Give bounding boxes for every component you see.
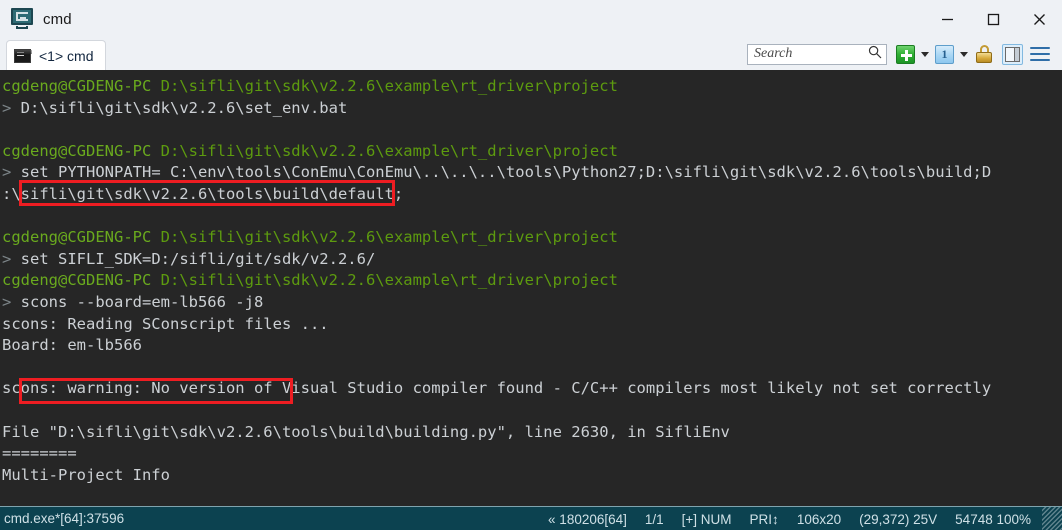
status-cells: « 180206[64] 1/1 [+] NUM PRI↕ 106x20 (29,372)…: [539, 507, 1062, 531]
minimize-button[interactable]: [924, 0, 970, 38]
tab-label: <1> cmd: [39, 47, 94, 64]
window-title: cmd: [43, 10, 72, 28]
blue-one-icon: 1: [935, 44, 954, 64]
terminal-command-line: > set SIFLI_SDK=D:/sifli/git/sdk/v2.2.6/: [2, 249, 1062, 271]
chevron-down-icon: [959, 51, 968, 57]
admin-lock-button[interactable]: [974, 45, 997, 63]
prompt-marker: >: [2, 249, 12, 268]
close-button[interactable]: [1016, 0, 1062, 38]
terminal-command-line: > D:\sifli\git\sdk\v2.2.6\set_env.bat: [2, 98, 1062, 120]
prompt-path: D:\sifli\git\sdk\v2.2.6\example\rt_drive…: [151, 77, 618, 95]
terminal-output-line: scons: Reading SConscript files ...: [2, 314, 329, 333]
console-icon: [14, 48, 32, 63]
command-text: D:\sifli\git\sdk\v2.2.6\set_env.bat: [11, 98, 348, 117]
chevron-down-icon: [920, 51, 929, 57]
status-process: cmd.exe*[64]:37596: [4, 511, 125, 526]
status-cell: 54748 100%: [955, 511, 1031, 527]
split-pane-icon: [1005, 46, 1020, 62]
prompt-marker: >: [2, 163, 12, 182]
split-pane-button[interactable]: [1002, 43, 1023, 65]
new-console-button[interactable]: [896, 44, 915, 64]
search-icon[interactable]: [868, 45, 882, 64]
terminal-command-line: > scons --board=em-lb566 -j8: [2, 292, 1062, 314]
prompt-user: cgdeng@CGDENG-PC: [2, 271, 152, 290]
tab-bar-tools: Search 1: [747, 38, 1062, 70]
hamburger-menu-icon: [1030, 46, 1050, 50]
prompt-user: cgdeng@CGDENG-PC: [2, 141, 152, 160]
title-bar: cmd: [0, 0, 1062, 38]
prompt-user: cgdeng@CGDENG-PC: [2, 228, 152, 247]
prompt-path: D:\sifli\git\sdk\v2.2.6\example\rt_drive…: [151, 141, 618, 160]
terminal-output-line: Board: em-lb566: [2, 336, 142, 355]
terminal-prompt-line: cgdeng@CGDENG-PC D:\sifli\git\sdk\v2.2.6…: [2, 141, 1062, 163]
prompt-path: D:\sifli\git\sdk\v2.2.6\example\rt_drive…: [151, 228, 618, 247]
terminal-output-line: scons: warning: No version of Visual Stu…: [2, 379, 992, 398]
main-menu-button[interactable]: [1030, 46, 1050, 62]
tab-bar: <1> cmd Search 1: [0, 38, 1062, 70]
command-text: set PYTHONPATH= C:\env\tools\ConEmu\ConE…: [11, 163, 992, 182]
status-cell: 106x20: [796, 511, 842, 527]
terminal-output-line: File "D:\sifli\git\sdk\v2.2.6\tools\buil…: [2, 422, 730, 441]
status-cell: « 180206[64]: [548, 511, 627, 527]
prompt-user: cgdeng@CGDENG-PC: [2, 77, 152, 95]
terminal-command-line: > set PYTHONPATH= C:\env\tools\ConEmu\Co…: [2, 162, 1062, 184]
tab-cmd[interactable]: <1> cmd: [6, 40, 107, 70]
terminal-output-line: :\sifli\git\sdk\v2.2.6\tools\build\defau…: [2, 184, 404, 203]
status-bar: cmd.exe*[64]:37596 « 180206[64] 1/1 [+] NU…: [0, 506, 1062, 530]
status-cell: PRI↕: [749, 511, 779, 527]
search-placeholder: Search: [754, 46, 793, 61]
active-console-dropdown[interactable]: [957, 51, 970, 57]
terminal-prompt-line: cgdeng@CGDENG-PC D:\sifli\git\sdk\v2.2.6…: [2, 227, 1062, 249]
prompt-marker: >: [2, 292, 12, 311]
terminal-output-line: ========: [2, 444, 77, 463]
terminal-output[interactable]: cgdeng@CGDENG-PC D:\sifli\git\sdk\v2.2.6…: [0, 70, 1062, 506]
command-text: scons --board=em-lb566 -j8: [11, 292, 264, 311]
maximize-button[interactable]: [970, 0, 1016, 38]
lock-icon: [976, 45, 992, 63]
search-input[interactable]: Search: [747, 43, 887, 65]
status-cell: 1/1: [644, 511, 664, 527]
window-controls: [924, 0, 1062, 38]
command-text: set SIFLI_SDK=D:/sifli/git/sdk/v2.2.6/: [11, 249, 376, 268]
active-console-button[interactable]: 1: [935, 44, 954, 64]
conemu-monitor-icon: [11, 8, 33, 30]
new-console-dropdown[interactable]: [918, 51, 931, 57]
terminal-output-line: Multi-Project Info: [2, 465, 170, 484]
prompt-marker: >: [2, 98, 12, 117]
status-cell: (29,372) 25V: [859, 511, 938, 527]
resize-grip[interactable]: [1042, 507, 1062, 530]
terminal-prompt-line: cgdeng@CGDENG-PC D:\sifli\git\sdk\v2.2.6…: [2, 76, 1062, 98]
green-plus-icon: [896, 44, 915, 64]
terminal-prompt-line: cgdeng@CGDENG-PC D:\sifli\git\sdk\v2.2.6…: [2, 270, 1062, 292]
status-cell: [+] NUM: [681, 511, 732, 527]
prompt-path: D:\sifli\git\sdk\v2.2.6\example\rt_drive…: [151, 271, 618, 290]
conemu-window: cmd <1> cmd Search 1 cgdeng@CGDENG-PC D:…: [0, 0, 1062, 530]
